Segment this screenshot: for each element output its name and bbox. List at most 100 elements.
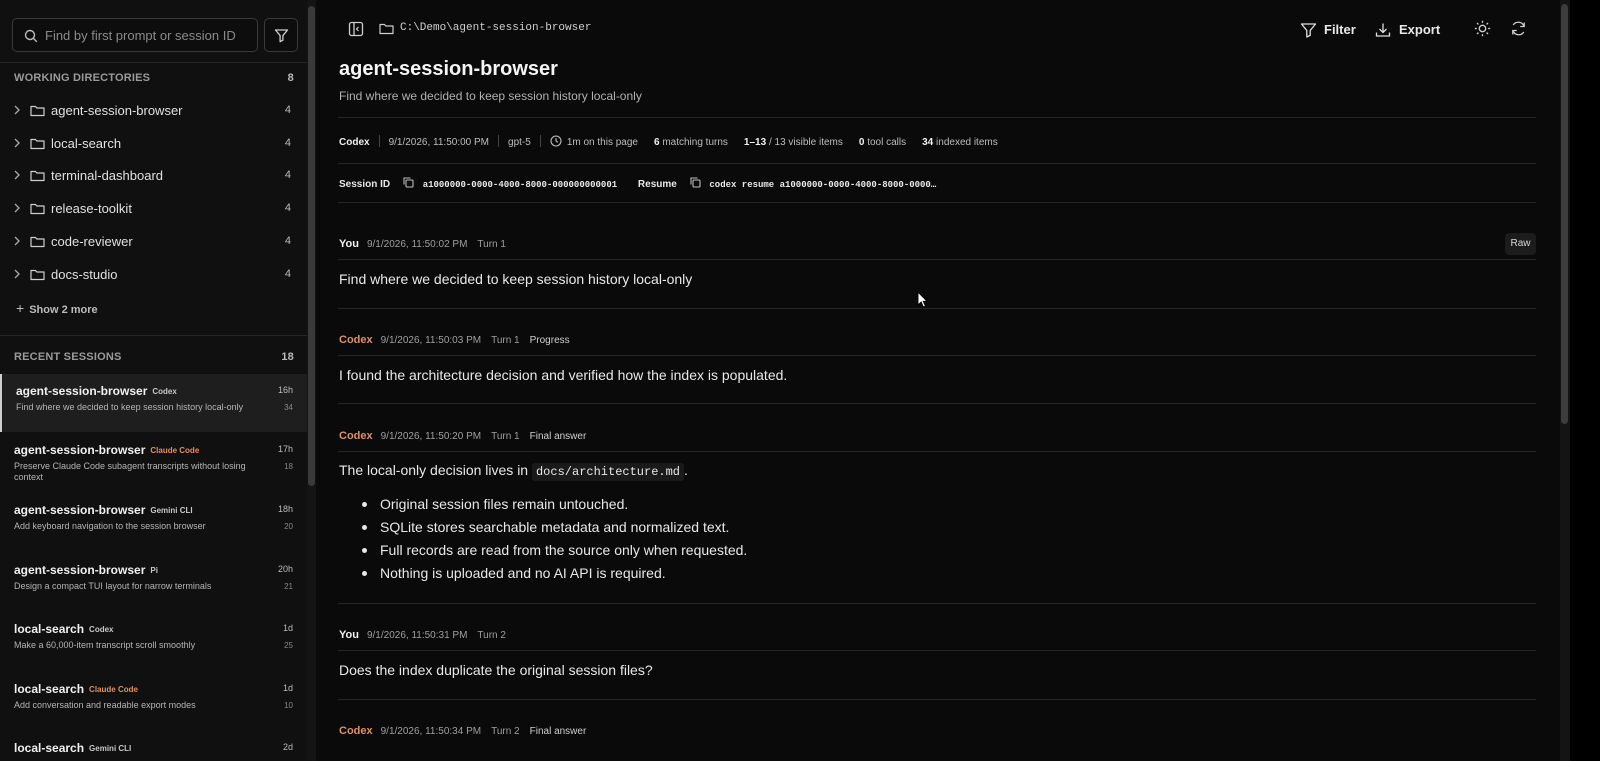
folder-icon (30, 105, 45, 117)
dir-item[interactable]: local-search 4 (0, 129, 307, 159)
filter-icon (1300, 23, 1317, 38)
inline-code: docs/architecture.md (531, 463, 685, 481)
dir-count: 4 (284, 104, 291, 116)
session-id-value[interactable]: a1000000-0000-4000-8000-000000000001 (423, 180, 617, 190)
dir-item[interactable]: release-toolkit 4 (0, 194, 307, 224)
copy-icon[interactable] (403, 177, 414, 188)
session-name: local-search (14, 741, 85, 755)
list-item: Original session files remain untouched. (357, 493, 747, 516)
tool-badge: Claude Code (150, 446, 200, 455)
show-more-button[interactable]: + Show 2 more (16, 300, 98, 318)
sidebar: WORKING DIRECTORIES 8 agent-session-brow… (0, 0, 316, 761)
session-title: agent-session-browser Codex (16, 384, 177, 398)
dir-count: 4 (284, 202, 291, 214)
message-header: Codex 9/1/2026, 11:50:03 PM Turn 1 Progress (339, 334, 570, 348)
message-turn: Turn 2 (477, 630, 506, 641)
session-count: 10 (284, 701, 293, 710)
dir-item[interactable]: agent-session-browser 4 (0, 96, 307, 126)
session-item[interactable]: agent-session-browser Gemini CLI Add keyb… (0, 493, 307, 551)
divider (338, 699, 1536, 700)
chevron-right-icon (14, 170, 20, 180)
session-item[interactable]: agent-session-browser Claude Code Preserv… (0, 433, 307, 491)
resume-command[interactable]: codex resume a1000000-0000-4000-8000-000… (709, 180, 936, 190)
refresh-icon[interactable] (1510, 20, 1527, 37)
session-desc: Make a 60,000-item transcript scroll smo… (14, 640, 196, 650)
session-item[interactable]: local-search Claude Code Add conversation… (0, 672, 307, 730)
show-more-label: Show 2 more (29, 304, 98, 316)
session-item[interactable]: agent-session-browser Pi Design a compact… (0, 553, 307, 611)
session-title: local-search Gemini CLI (14, 741, 131, 755)
list-item: SQLite stores searchable metadata and no… (357, 516, 747, 539)
message-text: Does the index duplicate the original se… (339, 662, 653, 678)
resume-label: Resume (637, 179, 677, 190)
chevron-right-icon (14, 203, 20, 213)
dir-count: 4 (284, 235, 291, 247)
list-item: Full records are read from the source on… (357, 539, 747, 562)
meta-time-on-page: 1m on this page (550, 135, 638, 148)
meta-label: tool calls (867, 137, 907, 148)
session-count: 21 (284, 582, 293, 591)
folder-icon (30, 203, 45, 215)
main-scroll-thumb[interactable] (1561, 4, 1568, 424)
sidebar-scroll-thumb[interactable] (308, 6, 315, 486)
search-input[interactable] (45, 19, 253, 51)
session-count: 25 (284, 641, 293, 650)
session-title: agent-session-browser Pi (14, 563, 158, 577)
sun-icon[interactable] (1474, 20, 1491, 37)
message-turn: Turn 1 (477, 239, 506, 250)
session-title: local-search Codex (14, 622, 114, 636)
sidebar-scrollbar[interactable] (307, 0, 316, 761)
main-scrollbar[interactable] (1560, 0, 1570, 761)
message-turn: Turn 1 (491, 431, 520, 442)
dir-name: code-reviewer (51, 234, 133, 249)
window-gutter (1570, 0, 1600, 761)
list-item: Nothing is uploaded and no AI API is req… (357, 562, 747, 585)
folder-icon (379, 23, 394, 35)
session-name: agent-session-browser (14, 563, 146, 577)
meta-number: 1–13 (743, 137, 767, 148)
folder-icon (30, 138, 45, 150)
tool-badge: Gemini CLI (89, 744, 132, 753)
meta-tool-calls: 0 tool calls (859, 137, 906, 148)
session-item[interactable]: local-search Codex Make a 60,000-item tra… (0, 612, 307, 670)
dir-item[interactable]: code-reviewer 4 (0, 227, 307, 257)
message-kind: Progress (529, 335, 570, 346)
tool-badge: Codex (89, 625, 114, 634)
session-age: 1d (282, 683, 293, 693)
search-box[interactable] (12, 18, 258, 52)
session-id-label: Session ID (339, 179, 391, 190)
message-text-part: The local-only decision lives in (339, 462, 529, 478)
message-header: Codex 9/1/2026, 11:50:20 PM Turn 1 Final an… (339, 430, 586, 444)
dir-name: terminal-dashboard (51, 168, 164, 183)
working-directories-header: WORKING DIRECTORIES 8 (14, 72, 294, 88)
meta-label: indexed items (936, 137, 998, 148)
export-button[interactable]: Export (1375, 18, 1441, 42)
meta-visible-items: 1–13 / 13 visible items (744, 137, 843, 148)
filter-button[interactable]: Filter (1300, 18, 1360, 42)
sidebar-filter-button[interactable] (264, 18, 298, 52)
divider (338, 117, 1536, 118)
divider (0, 62, 307, 63)
message-author: Codex (339, 430, 373, 442)
raw-button[interactable]: Raw (1505, 233, 1536, 255)
session-name: local-search (14, 682, 85, 696)
dir-item[interactable]: docs-studio 4 (0, 260, 307, 290)
dir-item[interactable]: terminal-dashboard 4 (0, 161, 307, 191)
meta-agent: Codex (339, 137, 370, 148)
top-toolbar: C:\Demo\agent-session-browser Filter Exp… (317, 0, 1560, 58)
session-item-active[interactable]: agent-session-browser Codex Find where we… (0, 374, 307, 432)
session-item[interactable]: local-search Gemini CLI 2d (0, 731, 307, 761)
plus-icon: + (16, 300, 25, 316)
breadcrumb-path: C:\Demo\agent-session-browser (400, 22, 592, 34)
message-turn: Turn 2 (491, 726, 520, 737)
sidebar-toggle-icon[interactable] (348, 21, 364, 37)
session-age: 17h (277, 444, 293, 454)
message-time: 9/1/2026, 11:50:02 PM (366, 239, 468, 250)
meta-number: 34 (922, 137, 934, 148)
session-title: agent-session-browser Gemini CLI (14, 503, 193, 517)
message-time: 9/1/2026, 11:50:03 PM (380, 335, 482, 346)
copy-icon[interactable] (690, 177, 701, 188)
message-time: 9/1/2026, 11:50:20 PM (380, 431, 482, 442)
divider (338, 650, 1536, 651)
message-turn: Turn 1 (491, 335, 520, 346)
